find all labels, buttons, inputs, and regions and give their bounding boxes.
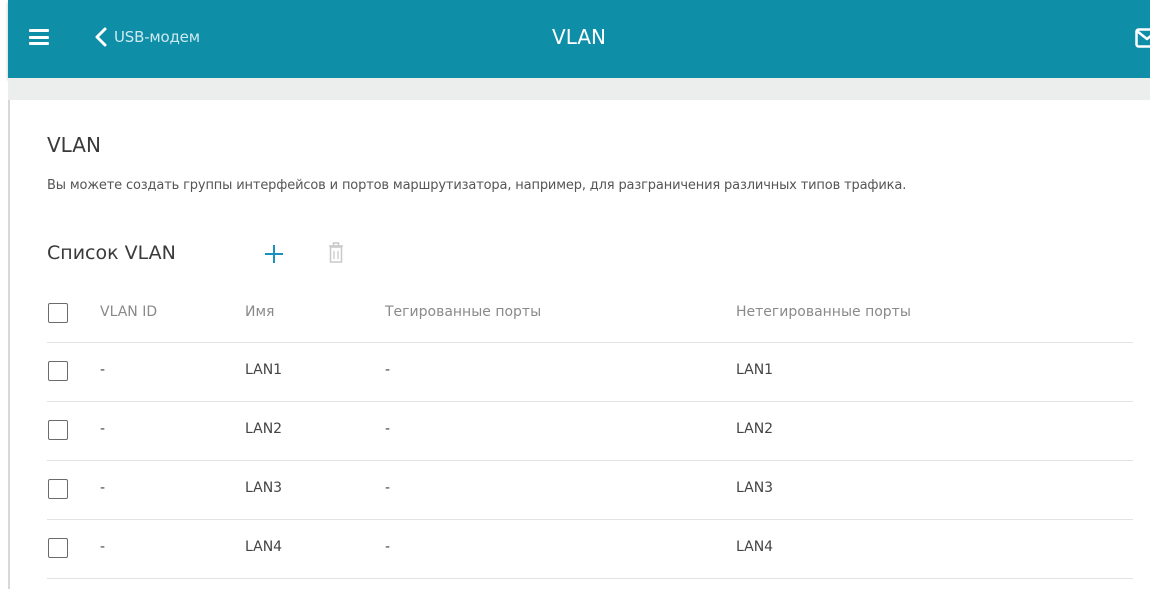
vlan-table: VLAN ID Имя Тегированные порты Нетегиров… [47,282,1133,579]
name-cell: LAN1 [245,362,283,378]
select-all-checkbox[interactable] [48,303,68,323]
plus-icon[interactable] [263,243,285,265]
vlan-id-cell: - [100,421,106,437]
table-row[interactable]: - LAN1 - LAN1 [47,343,1133,402]
tagged-ports-cell: - [385,421,391,437]
row-checkbox[interactable] [48,361,68,381]
row-checkbox[interactable] [48,420,68,440]
page-title: VLAN [552,25,606,49]
tagged-ports-cell: - [385,362,391,378]
untagged-ports-cell: LAN4 [736,539,774,555]
name-cell: LAN2 [245,421,283,437]
vlan-id-cell: - [100,539,106,555]
table-row[interactable]: - LAN2 - LAN2 [47,402,1133,461]
row-checkbox[interactable] [48,538,68,558]
tagged-ports-cell: - [385,539,391,555]
name-cell: LAN3 [245,480,283,496]
header-divider [8,78,1150,100]
table-header-row: VLAN ID Имя Тегированные порты Нетегиров… [47,282,1133,343]
section-title: VLAN [47,133,101,157]
tagged-ports-cell: - [385,480,391,496]
vlan-list-title: Список VLAN [47,242,176,264]
top-app-bar: USB-модем VLAN [8,0,1150,78]
untagged-ports-cell: LAN3 [736,480,774,496]
column-header-untagged-ports: Нетегированные порты [736,304,911,320]
table-row[interactable]: - LAN4 - LAN4 [47,520,1133,579]
untagged-ports-cell: LAN2 [736,421,774,437]
column-header-vlan-id: VLAN ID [100,304,158,320]
column-header-name: Имя [245,304,275,320]
vlan-id-cell: - [100,362,106,378]
row-checkbox[interactable] [48,479,68,499]
trash-icon[interactable] [327,241,345,265]
name-cell: LAN4 [245,539,283,555]
column-header-tagged-ports: Тегированные порты [385,304,542,320]
table-row[interactable]: - LAN3 - LAN3 [47,461,1133,520]
mail-icon[interactable] [1135,28,1150,48]
section-description: Вы можете создать группы интерфейсов и п… [47,178,907,193]
untagged-ports-cell: LAN1 [736,362,774,378]
vlan-id-cell: - [100,480,106,496]
